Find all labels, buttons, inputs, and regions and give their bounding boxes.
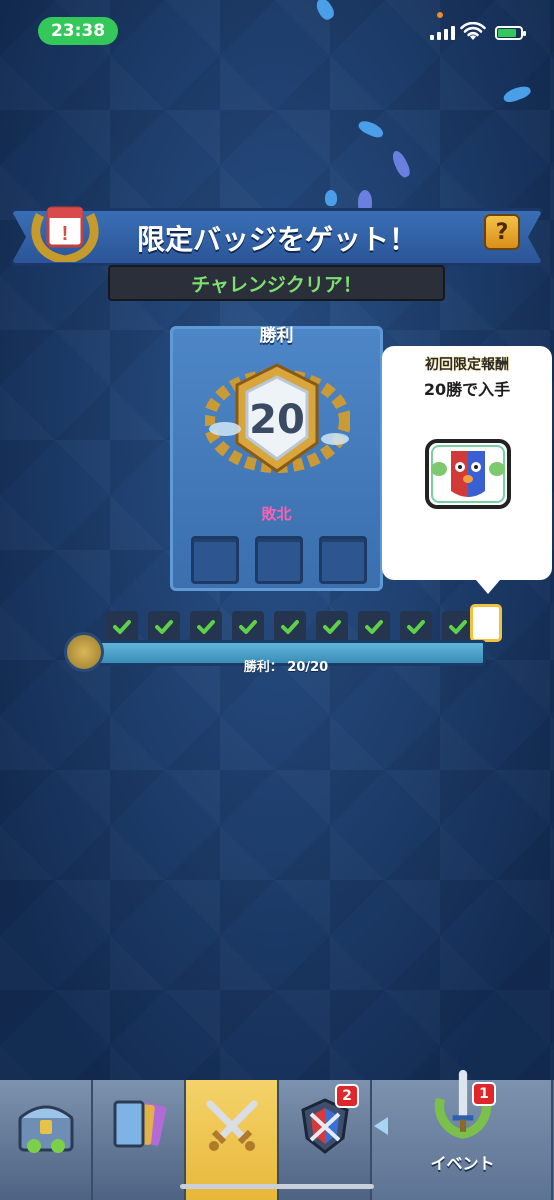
checkmark-icon bbox=[232, 611, 264, 643]
win-checkmarks bbox=[106, 611, 474, 643]
event-tab-label: イベント bbox=[430, 1154, 495, 1173]
tab-battle[interactable] bbox=[186, 1080, 279, 1200]
title-banner: ! 限定バッジをゲット！ ? bbox=[10, 200, 544, 270]
wins-title: 勝利 bbox=[259, 326, 294, 346]
event-notification-badge: 1 bbox=[472, 1082, 496, 1106]
tab-cards[interactable] bbox=[93, 1080, 186, 1200]
checkmark-icon bbox=[316, 611, 348, 643]
status-bar: 23:38 bbox=[0, 0, 554, 60]
reward-condition: 20勝で入手 bbox=[423, 380, 511, 399]
checkmark-icon bbox=[106, 611, 138, 643]
bottom-tab-bar: 2 1 イベント bbox=[0, 1070, 554, 1200]
wifi-icon bbox=[460, 22, 486, 40]
tab-shop[interactable] bbox=[0, 1080, 93, 1200]
checkmark-icon bbox=[190, 611, 222, 643]
loss-slot bbox=[255, 536, 303, 584]
loss-slot bbox=[191, 536, 239, 584]
reward-tooltip: 初回限定報酬 20勝で入手 bbox=[382, 346, 552, 594]
loss-slot bbox=[319, 536, 367, 584]
tab-clan[interactable]: 2 bbox=[279, 1080, 372, 1200]
badge-number: 20 bbox=[249, 397, 305, 443]
crossed-swords-icon bbox=[206, 1100, 258, 1151]
loss-slots bbox=[191, 536, 367, 584]
loss-label: 敗北 bbox=[261, 505, 292, 523]
banner-title: 限定バッジをゲット！ bbox=[136, 223, 417, 256]
progress-label: 勝利： 20/20 bbox=[243, 660, 329, 675]
chest-icon bbox=[18, 1105, 74, 1153]
cellular-signal-icon bbox=[430, 26, 455, 40]
battery-charging-icon bbox=[495, 26, 526, 40]
checkmark-icon bbox=[274, 611, 306, 643]
reward-title: 初回限定報酬 bbox=[425, 357, 509, 373]
challenge-clear-label: チャレンジクリア！ bbox=[108, 265, 445, 301]
tab-event[interactable]: 1 イベント bbox=[372, 1070, 553, 1200]
checkmark-icon bbox=[400, 611, 432, 643]
clan-notification-badge: 2 bbox=[335, 1084, 359, 1108]
home-indicator[interactable] bbox=[180, 1184, 374, 1189]
checkmark-icon bbox=[148, 611, 180, 643]
tab-scroll-left-icon[interactable] bbox=[374, 1117, 388, 1135]
help-button[interactable]: ? bbox=[484, 214, 520, 250]
emote-reward-icon[interactable] bbox=[425, 439, 511, 509]
time-pill[interactable]: 23:38 bbox=[38, 17, 118, 45]
reward-chat-icon[interactable] bbox=[470, 604, 502, 642]
checkmark-icon bbox=[358, 611, 390, 643]
privacy-dot-indicator bbox=[437, 12, 443, 18]
badge-card: 勝利 20 敗北 bbox=[170, 326, 383, 591]
wins-badge-emblem[interactable]: 20 bbox=[205, 359, 350, 479]
cards-icon bbox=[113, 1100, 167, 1148]
